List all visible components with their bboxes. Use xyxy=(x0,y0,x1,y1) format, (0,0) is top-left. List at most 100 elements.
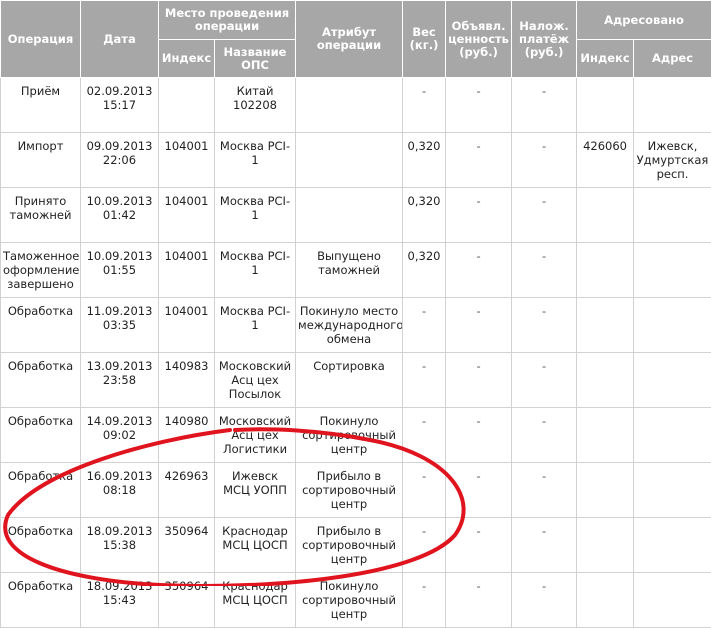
cell-date: 09.09.201322:06 xyxy=(81,133,159,188)
time-value: 23:58 xyxy=(103,373,136,387)
cell-addr-address xyxy=(634,518,711,573)
time-value: 03:35 xyxy=(103,318,136,332)
cell-ops-name: Московский Асц цех Логистики xyxy=(215,408,296,463)
date-value: 09.09.2013 xyxy=(87,139,153,153)
cell-cod: - xyxy=(512,573,577,628)
cell-declared-value: - xyxy=(446,408,512,463)
cell-index: 350964 xyxy=(159,573,215,628)
cell-date: 14.09.201309:02 xyxy=(81,408,159,463)
cell-operation: Обработка xyxy=(1,298,81,353)
cell-operation: Импорт xyxy=(1,133,81,188)
cell-index: 350964 xyxy=(159,518,215,573)
cell-ops-name: Московский Асц цех Посылок xyxy=(215,353,296,408)
cell-date: 18.09.201315:38 xyxy=(81,518,159,573)
date-value: 11.09.2013 xyxy=(87,304,153,318)
cell-operation: Обработка xyxy=(1,463,81,518)
cell-ops-name: Москва PCI-1 xyxy=(215,243,296,298)
cell-addr-address xyxy=(634,188,711,243)
date-value: 16.09.2013 xyxy=(87,469,153,483)
cell-cod: - xyxy=(512,518,577,573)
time-value: 15:38 xyxy=(103,538,136,552)
cell-ops-name: Китай 102208 xyxy=(215,78,296,133)
table-row: Обработка13.09.201323:58140983Московский… xyxy=(1,353,711,408)
cell-ops-name: Краснодар МСЦ ЦОСП xyxy=(215,518,296,573)
time-value: 15:17 xyxy=(103,98,136,112)
cell-addr-address xyxy=(634,78,711,133)
cell-cod: - xyxy=(512,408,577,463)
cell-addr-address xyxy=(634,353,711,408)
cell-cod: - xyxy=(512,353,577,408)
cell-cod: - xyxy=(512,133,577,188)
cell-cod: - xyxy=(512,188,577,243)
table-row: Обработка18.09.201315:43350964Краснодар … xyxy=(1,573,711,628)
cell-addr-address xyxy=(634,573,711,628)
cell-operation: Обработка xyxy=(1,573,81,628)
cell-addr-address xyxy=(634,298,711,353)
cell-addr-index xyxy=(577,78,634,133)
cell-index: 104001 xyxy=(159,133,215,188)
cell-declared-value: - xyxy=(446,298,512,353)
header-operation: Операция xyxy=(1,1,81,78)
cell-declared-value: - xyxy=(446,133,512,188)
cell-cod: - xyxy=(512,78,577,133)
cell-index: 104001 xyxy=(159,188,215,243)
header-place-index: Индекс xyxy=(159,40,215,78)
table-row: Обработка18.09.201315:38350964Краснодар … xyxy=(1,518,711,573)
time-value: 15:43 xyxy=(103,593,136,607)
cell-date: 18.09.201315:43 xyxy=(81,573,159,628)
table-row: Обработка14.09.201309:02140980Московский… xyxy=(1,408,711,463)
cell-weight: 0,320 xyxy=(403,243,446,298)
cell-index xyxy=(159,78,215,133)
cell-attribute: Сортировка xyxy=(296,353,403,408)
cell-cod: - xyxy=(512,298,577,353)
cell-weight: - xyxy=(403,463,446,518)
cell-declared-value: - xyxy=(446,518,512,573)
cell-declared-value: - xyxy=(446,78,512,133)
cell-attribute xyxy=(296,188,403,243)
header-place: Место проведения операции xyxy=(159,1,296,40)
cell-addr-index xyxy=(577,298,634,353)
cell-weight: - xyxy=(403,353,446,408)
header-declared-value: Объявл. ценность (руб.) xyxy=(446,1,512,78)
cell-operation: Принято таможней xyxy=(1,188,81,243)
date-value: 13.09.2013 xyxy=(87,359,153,373)
cell-addr-index xyxy=(577,408,634,463)
cell-addr-index xyxy=(577,243,634,298)
table-row: Обработка11.09.201303:35104001Москва PCI… xyxy=(1,298,711,353)
cell-index: 140980 xyxy=(159,408,215,463)
cell-weight: - xyxy=(403,298,446,353)
time-value: 09:02 xyxy=(103,428,136,442)
cell-operation: Приём xyxy=(1,78,81,133)
date-value: 10.09.2013 xyxy=(87,249,153,263)
date-value: 10.09.2013 xyxy=(87,194,153,208)
header-date: Дата xyxy=(81,1,159,78)
header-attribute: Атрибут операции xyxy=(296,1,403,78)
cell-weight: - xyxy=(403,518,446,573)
date-value: 02.09.2013 xyxy=(87,84,153,98)
cell-addr-index xyxy=(577,463,634,518)
cell-attribute xyxy=(296,133,403,188)
header-addr-address: Адрес xyxy=(634,40,711,78)
cell-ops-name: Москва PCI-1 xyxy=(215,188,296,243)
cell-declared-value: - xyxy=(446,188,512,243)
cell-declared-value: - xyxy=(446,573,512,628)
cell-date: 02.09.201315:17 xyxy=(81,78,159,133)
cell-operation: Обработка xyxy=(1,353,81,408)
table-row: Импорт09.09.201322:06104001Москва PCI-1 0… xyxy=(1,133,711,188)
time-value: 01:55 xyxy=(103,263,136,277)
date-value: 18.09.2013 xyxy=(87,524,153,538)
date-value: 18.09.2013 xyxy=(87,579,153,593)
date-value: 14.09.2013 xyxy=(87,414,153,428)
cell-attribute: Прибыло в сортировочный центр xyxy=(296,518,403,573)
header-place-name: Название ОПС xyxy=(215,40,296,78)
cell-date: 16.09.201308:18 xyxy=(81,463,159,518)
cell-declared-value: - xyxy=(446,463,512,518)
cell-index: 426963 xyxy=(159,463,215,518)
cell-operation: Обработка xyxy=(1,518,81,573)
cell-ops-name: Москва PCI-1 xyxy=(215,298,296,353)
cell-ops-name: Москва PCI-1 xyxy=(215,133,296,188)
cell-ops-name: Краснодар МСЦ ЦОСП xyxy=(215,573,296,628)
header-cod: Налож. платёж (руб.) xyxy=(512,1,577,78)
cell-weight: 0,320 xyxy=(403,188,446,243)
cell-weight: - xyxy=(403,78,446,133)
